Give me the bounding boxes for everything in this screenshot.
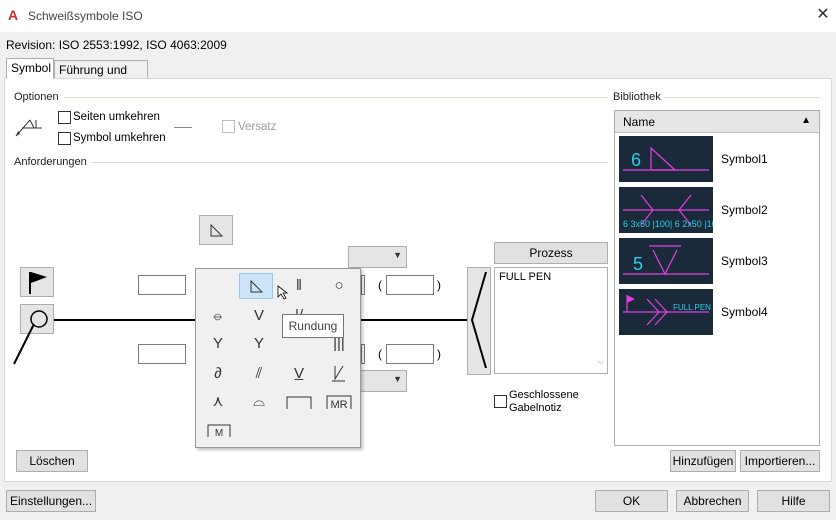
prozess-textarea[interactable]: FULL PEN ⌵ bbox=[494, 267, 608, 374]
palette-tooltip: Rundung bbox=[282, 314, 344, 338]
top-fillet-symbol-button[interactable] bbox=[199, 215, 233, 245]
scroll-down-icon[interactable]: ⌵ bbox=[597, 356, 604, 367]
symbol4-thumbnail: FULL PEN bbox=[619, 289, 713, 335]
versatz-line-icon bbox=[174, 127, 192, 128]
bottom-length-field[interactable] bbox=[361, 344, 365, 364]
chevron-down-icon: ▼ bbox=[393, 374, 402, 384]
palette-u-butt-symbol[interactable]: Y bbox=[201, 331, 235, 357]
library-item-symbol1[interactable]: 6 Symbol1 bbox=[617, 136, 817, 184]
window-title: Schweißsymbole ISO bbox=[28, 9, 143, 23]
symbol-umkehren-checkbox[interactable] bbox=[58, 132, 71, 145]
top-close-bracket: ) bbox=[437, 278, 441, 292]
backing-strip-icon bbox=[286, 396, 312, 409]
mr-label: MR bbox=[330, 399, 347, 411]
fillet-icon bbox=[210, 223, 224, 237]
library-item-label: Symbol2 bbox=[721, 203, 768, 217]
importieren-button[interactable]: Importieren... bbox=[740, 450, 820, 472]
symbol2-thumbnail: 6 3x50 |100| 6 2x50 |100| bbox=[619, 187, 713, 233]
symbol2-thumb-text: 6 3x50 |100| 6 2x50 |100| bbox=[623, 219, 713, 229]
bibliothek-divider bbox=[664, 97, 820, 98]
library-item-label: Symbol4 bbox=[721, 305, 768, 319]
versatz-checkbox[interactable] bbox=[222, 120, 235, 133]
palette-flare-symbol[interactable]: ⋏ bbox=[201, 389, 235, 415]
palette-fillet-symbol[interactable] bbox=[239, 273, 273, 299]
library-item-label: Symbol1 bbox=[721, 152, 768, 166]
palette-seam-symbol[interactable]: ⦵ bbox=[201, 303, 235, 329]
symbol1-thumb-text: 6 bbox=[631, 150, 641, 170]
bottom-pitch-field[interactable] bbox=[386, 344, 434, 364]
palette-flush-v-symbol[interactable]: V̲ bbox=[282, 361, 316, 387]
library-item-symbol3[interactable]: 5 Symbol3 bbox=[617, 238, 817, 286]
library-item-symbol2[interactable]: 6 3x50 |100| 6 2x50 |100| Symbol2 bbox=[617, 187, 817, 235]
bottom-open-bracket: ( bbox=[378, 347, 382, 361]
top-prefix-field[interactable] bbox=[138, 275, 186, 295]
name-column-label: Name bbox=[623, 115, 656, 129]
bibliothek-list[interactable]: Name ▲ 6 Symbol1 6 3x50 |100| 6 2x50 |10… bbox=[614, 110, 820, 446]
mouse-cursor-icon bbox=[277, 285, 289, 300]
palette-convex-symbol[interactable]: ⌓ bbox=[242, 389, 276, 415]
bibliothek-label: Bibliothek bbox=[613, 91, 661, 103]
versatz-label: Versatz bbox=[238, 121, 277, 133]
palette-flush-bevel-symbol[interactable] bbox=[322, 361, 356, 387]
symbol3-thumb-text: 5 bbox=[633, 254, 643, 274]
mr-backing-icon: MR bbox=[326, 395, 352, 411]
tail-fork-icon bbox=[470, 271, 487, 369]
seiten-umkehren-checkbox[interactable] bbox=[58, 111, 71, 124]
abbrechen-button[interactable]: Abbrechen bbox=[676, 490, 749, 512]
chevron-down-icon: ▼ bbox=[393, 250, 402, 260]
optionen-label: Optionen bbox=[14, 91, 59, 103]
hilfe-button[interactable]: Hilfe bbox=[757, 490, 830, 512]
prozess-text: FULL PEN bbox=[499, 271, 552, 283]
name-column-header[interactable]: Name ▲ bbox=[615, 111, 819, 133]
library-item-label: Symbol3 bbox=[721, 254, 768, 268]
optionen-divider bbox=[64, 97, 608, 98]
geschlossene-gabelnotiz-label: Geschlossene Gabelnotiz bbox=[509, 389, 579, 414]
bottom-prefix-field[interactable] bbox=[138, 344, 186, 364]
prozess-hinzufuegen-button[interactable]: Prozess hinzufügen... bbox=[494, 242, 608, 280]
palette-removable-backing-symbol[interactable]: MR bbox=[322, 389, 356, 415]
palette-backing-strip-symbol[interactable] bbox=[282, 389, 316, 415]
revision-text: Revision: ISO 2553:1992, ISO 4063:2009 bbox=[6, 38, 227, 52]
library-item-symbol4[interactable]: FULL PEN Symbol4 bbox=[617, 289, 817, 337]
bottom-close-bracket: ) bbox=[437, 347, 441, 361]
ok-button[interactable]: OK bbox=[595, 490, 668, 512]
top-length-field[interactable] bbox=[361, 275, 365, 295]
sort-ascending-icon: ▲ bbox=[801, 115, 811, 126]
palette-spot-symbol[interactable]: ○ bbox=[322, 273, 356, 299]
symbol4-thumb-text: FULL PEN bbox=[673, 303, 711, 312]
einstellungen-button[interactable]: Einstellungen... bbox=[6, 490, 96, 512]
autocad-a-icon: A bbox=[8, 7, 19, 23]
fillet-icon bbox=[250, 279, 264, 293]
weld-sides-icon bbox=[15, 119, 42, 137]
close-icon[interactable]: ✕ bbox=[812, 4, 834, 26]
m-backing-icon: M bbox=[207, 424, 231, 439]
m-label: M bbox=[215, 428, 223, 439]
palette-permanent-backing-symbol[interactable]: M bbox=[201, 417, 235, 443]
anforderungen-divider bbox=[92, 162, 608, 163]
hinzufuegen-button[interactable]: Hinzufügen bbox=[670, 450, 736, 472]
symbol-umkehren-label: Symbol umkehren bbox=[73, 132, 166, 144]
tab-symbol[interactable]: Symbol bbox=[6, 58, 54, 79]
top-contour-dropdown[interactable]: ▼ bbox=[348, 246, 407, 268]
tab-fuehrung-und-text[interactable]: Führung und Text bbox=[54, 60, 148, 91]
field-weld-flag-button[interactable] bbox=[20, 267, 54, 297]
geschlossene-gabelnotiz-checkbox[interactable] bbox=[494, 395, 507, 408]
symbol1-thumbnail: 6 bbox=[619, 136, 713, 182]
anforderungen-label: Anforderungen bbox=[14, 156, 87, 168]
symbol3-thumbnail: 5 bbox=[619, 238, 713, 284]
palette-y-butt-symbol[interactable]: Y bbox=[242, 331, 276, 357]
top-pitch-field[interactable] bbox=[386, 275, 434, 295]
flush-bevel-icon bbox=[332, 365, 345, 382]
tail-button[interactable] bbox=[467, 267, 491, 375]
palette-v-butt-symbol[interactable]: V bbox=[242, 303, 276, 329]
top-open-bracket: ( bbox=[378, 278, 382, 292]
palette-edge-flange-symbol[interactable]: ∂ bbox=[201, 361, 235, 387]
palette-scarf-symbol[interactable]: ⫽ bbox=[242, 361, 276, 387]
loeschen-button[interactable]: Löschen bbox=[16, 450, 88, 472]
flag-icon bbox=[29, 272, 47, 294]
seiten-umkehren-label: Seiten umkehren bbox=[73, 111, 160, 123]
